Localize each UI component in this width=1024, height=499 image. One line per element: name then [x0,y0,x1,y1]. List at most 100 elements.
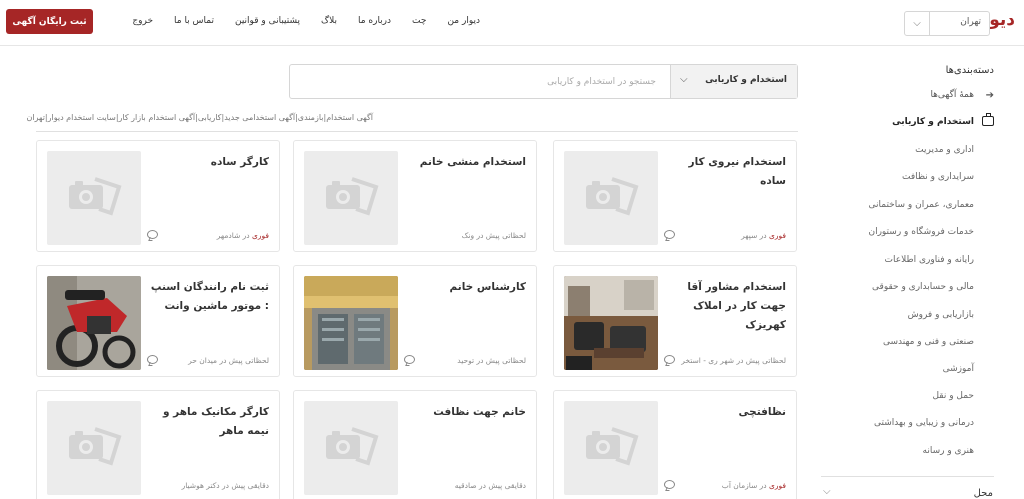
ad-meta: لحظاتی پیش در شهر ری - استخر [660,356,786,365]
chat-icon [404,355,415,364]
ad-image-placeholder[interactable] [47,151,141,245]
ad-image-placeholder[interactable] [304,401,398,495]
city-selector[interactable]: ⌵ تهران [904,11,990,36]
urgent-badge: فوری [769,231,786,240]
city-value: تهران [960,17,981,27]
ad-location: لحظاتی پیش در ونک [461,231,526,240]
sidebar-subcategory[interactable]: رایانه و فناوری اطلاعات [885,255,974,265]
sidebar-subcategory[interactable]: خدمات فروشگاه و رستوران [868,227,974,237]
office-photo [564,276,658,370]
sidebar-subcategory[interactable]: سرایداری و نظافت [902,172,974,182]
ad-location: در سپهر [741,231,767,240]
sidebar-subcategory[interactable]: هنری و رسانه [923,446,975,456]
ad-title[interactable]: خانم جهت نظافت [400,403,526,422]
motorcycle-photo [47,276,141,370]
breadcrumb-divider [36,131,798,132]
sidebar-item-all-ads[interactable]: ➔ همهٔ آگهی‌ها [820,90,994,101]
ad-card[interactable]: نظافتچی فوری در سازمان آب [553,390,797,499]
breadcrumb-links[interactable]: آگهی استخدام|بازمندی|آگهی استخدامی جدید|… [0,113,797,122]
nav-support[interactable]: پشتیبانی و قوانین [235,16,300,32]
sidebar-subcategory[interactable]: آموزشی [943,364,974,374]
top-header: دیوار ⌵ تهران دیوار من چت درباره ما بلاگ… [0,0,1024,46]
ad-location: لحظاتی پیش در توحید [457,356,526,365]
nav-blog[interactable]: بلاگ [321,16,337,32]
ad-title[interactable]: ثبت نام رانندگان اسنپ : موتور ماشین وانت [143,278,269,316]
ad-meta: دقایقی پیش در صادقیه [400,481,526,490]
ad-meta: دقایقی پیش در دکتر هوشیار [143,481,269,490]
briefcase-icon [982,113,994,126]
sidebar-subcategory[interactable]: درمانی و زیبایی و بهداشتی [874,418,974,428]
ad-meta: لحظاتی پیش در توحید [400,356,526,365]
urgent-badge: فوری [769,481,786,490]
post-ad-button[interactable]: ثبت رایگان آگهی [6,9,93,34]
ad-title[interactable]: کارگر مکانیک ماهر و نیمه ماهر [143,403,269,441]
sidebar-subcategory[interactable]: اداری و مدیریت [915,145,974,155]
sidebar-item-current-category[interactable]: استخدام و کاریابی [820,113,994,127]
ad-card[interactable]: ثبت نام رانندگان اسنپ : موتور ماشین وانت… [36,265,280,377]
sidebar-title: دسته‌بندی‌ها [945,65,994,76]
search-category-label: استخدام و کاریابی [705,75,787,85]
search-bar: استخدام و کاریابی ⌵ [289,64,798,99]
ad-image-placeholder[interactable] [564,151,658,245]
ad-image-placeholder[interactable] [47,401,141,495]
search-category-dropdown[interactable]: استخدام و کاریابی ⌵ [670,65,797,98]
main-nav: دیوار من چت درباره ما بلاگ پشتیبانی و قو… [100,16,480,32]
sidebar-subcategory[interactable]: بازاریابی و فروش [908,310,974,320]
ad-location: دقایقی پیش در صادقیه [454,481,526,490]
ad-card[interactable]: کارشناس خانم لحظاتی پیش در توحید [293,265,537,377]
ad-meta: فوری در سازمان آب [660,481,786,490]
region-filter-label[interactable]: محل [974,488,993,499]
ad-title[interactable]: استخدام مشاور آقا جهت کار در املاک کهریز… [660,278,786,335]
camera-icon [586,177,639,216]
sidebar-subcategory[interactable]: معماری، عمران و ساختمانی [869,200,975,210]
ad-meta: لحظاتی پیش در میدان حر [143,356,269,365]
chat-icon [147,355,158,364]
camera-icon [69,427,122,466]
ad-photo-motorcycle[interactable] [47,276,141,370]
sidebar-subcategory[interactable]: صنعتی و فنی و مهندسی [883,337,974,347]
ad-photo-storefront[interactable] [304,276,398,370]
ad-meta: فوری در شادمهر [143,231,269,240]
nav-my-divar[interactable]: دیوار من [447,16,480,32]
ad-photo-office[interactable] [564,276,658,370]
chevron-down-icon[interactable]: ⌵ [905,12,930,35]
ad-card[interactable]: کارگر ساده فوری در شادمهر [36,140,280,252]
camera-icon [326,177,379,216]
ad-card[interactable]: کارگر مکانیک ماهر و نیمه ماهر دقایقی پیش… [36,390,280,499]
ad-card[interactable]: استخدام نیروی کار ساده فوری در سپهر [553,140,797,252]
chat-icon [664,230,675,239]
ad-card[interactable]: استخدام منشی خانم لحظاتی پیش در ونک [293,140,537,252]
search-input[interactable] [300,66,660,97]
ad-image-placeholder[interactable] [304,151,398,245]
ad-title[interactable]: کارگر ساده [143,153,269,172]
arrow-right-icon: ➔ [985,90,994,101]
nav-logout[interactable]: خروج [132,16,153,32]
nav-contact[interactable]: تماس با ما [174,16,214,32]
ad-location: در سازمان آب [721,481,767,490]
nav-about[interactable]: درباره ما [358,16,391,32]
ad-title[interactable]: استخدام منشی خانم [400,153,526,172]
storefront-photo [304,276,398,370]
sidebar-item-label: همهٔ آگهی‌ها [930,90,974,100]
sidebar-item-label: استخدام و کاریابی [892,117,974,127]
ad-location: دقایقی پیش در دکتر هوشیار [181,481,269,490]
ad-image-placeholder[interactable] [564,401,658,495]
ad-location: لحظاتی پیش در شهر ری - استخر [681,356,786,365]
ad-card[interactable]: استخدام مشاور آقا جهت کار در املاک کهریز… [553,265,797,377]
chat-icon [147,230,158,239]
sidebar-subcategory[interactable]: حمل و نقل [932,391,974,401]
chat-icon [664,480,675,489]
chevron-down-icon[interactable]: ⌵ [823,486,831,497]
ad-location: در شادمهر [216,231,250,240]
ad-title[interactable]: کارشناس خانم [400,278,526,297]
chevron-down-icon: ⌵ [680,74,688,85]
chat-icon [664,355,675,364]
nav-chat[interactable]: چت [412,16,426,32]
ad-title[interactable]: استخدام نیروی کار ساده [660,153,786,191]
sidebar-subcategory[interactable]: مالی و حسابداری و حقوقی [872,282,974,292]
camera-icon [326,427,379,466]
camera-icon [69,177,122,216]
ad-card[interactable]: خانم جهت نظافت دقایقی پیش در صادقیه [293,390,537,499]
ad-location: لحظاتی پیش در میدان حر [188,356,269,365]
ad-title[interactable]: نظافتچی [660,403,786,422]
